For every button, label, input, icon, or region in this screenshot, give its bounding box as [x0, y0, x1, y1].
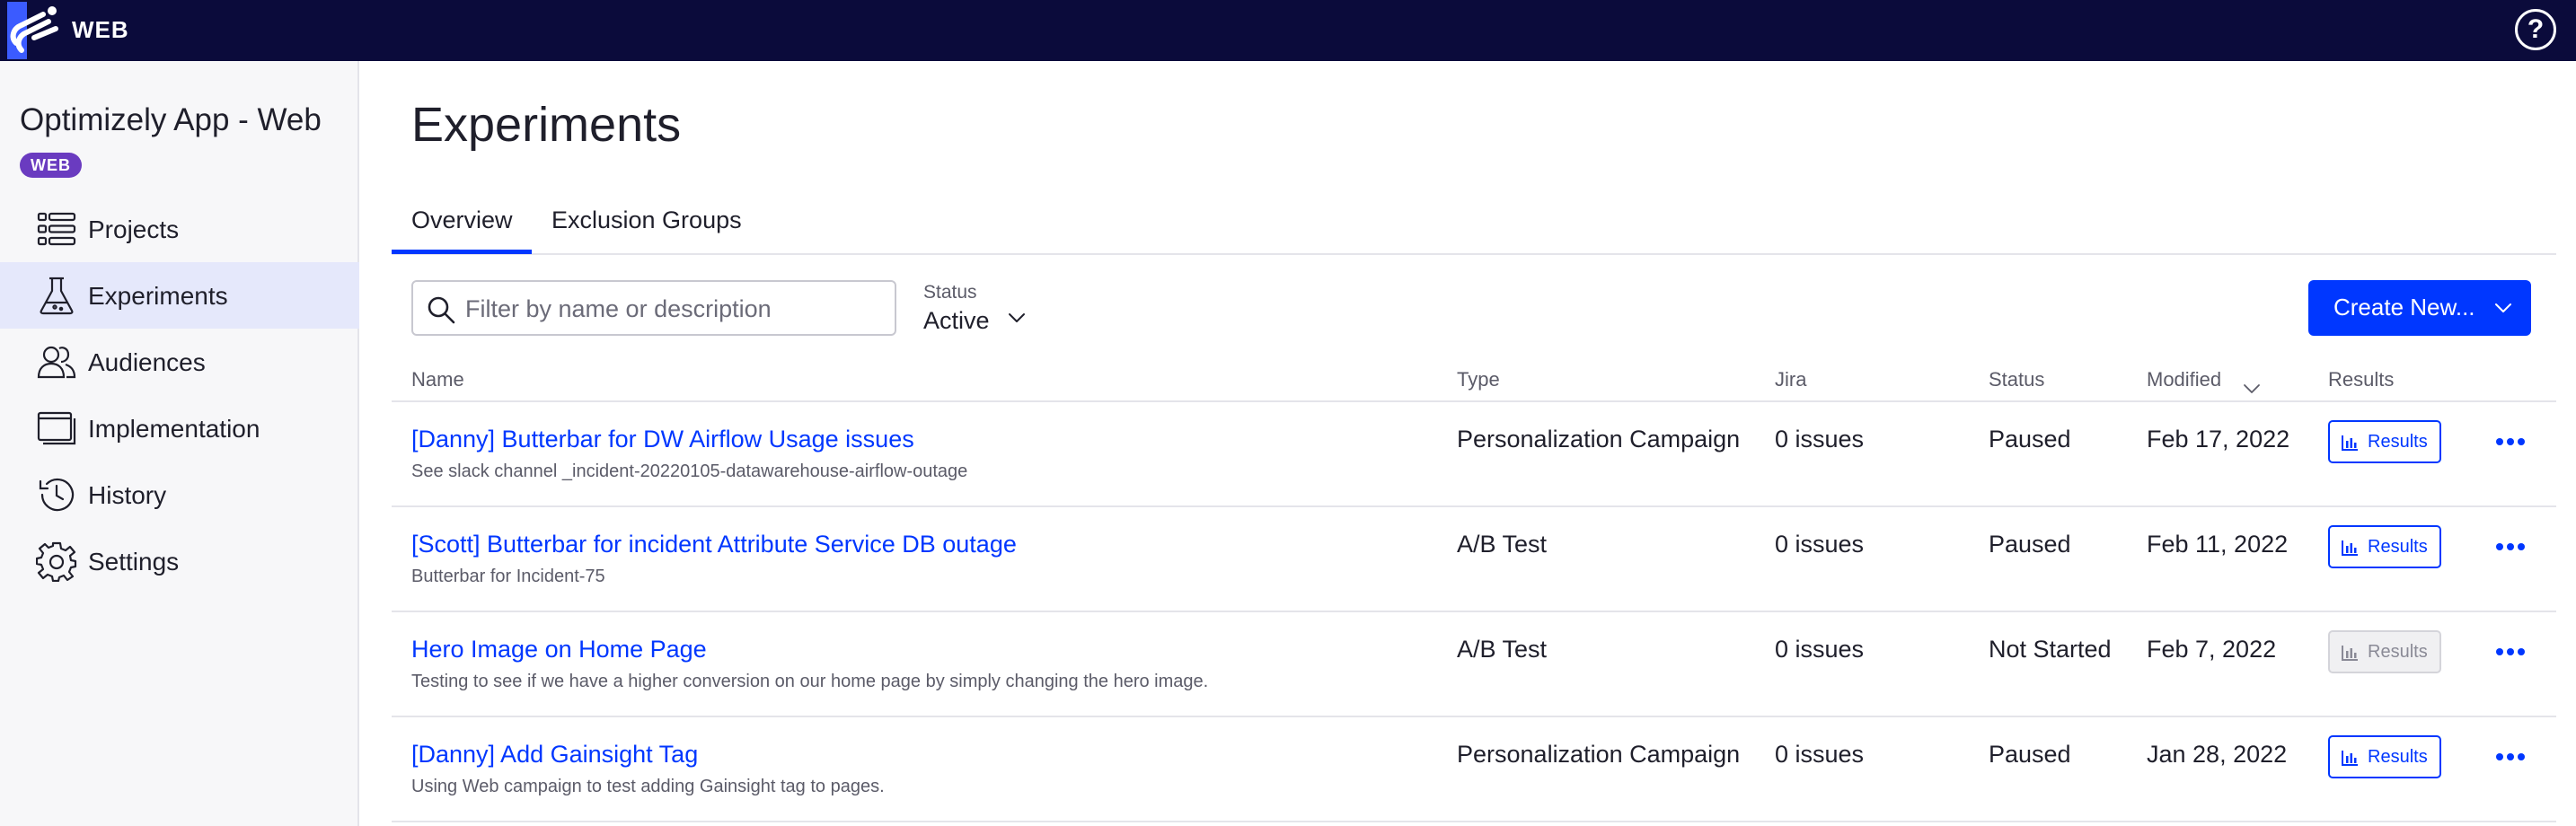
- status-filter-label: Status: [923, 282, 977, 303]
- more-options-icon[interactable]: [2493, 429, 2527, 454]
- chevron-down-icon: [2495, 303, 2511, 312]
- selected-tab-indicator: [392, 250, 532, 254]
- project-name[interactable]: Optimizely App - Web: [20, 102, 322, 138]
- experiment-type: Personalization Campaign: [1457, 741, 1741, 768]
- modified-date: Feb 7, 2022: [2147, 636, 2277, 663]
- modified-date: Jan 28, 2022: [2147, 741, 2288, 768]
- search-icon: [428, 296, 455, 324]
- results-label: Results: [2368, 642, 2428, 662]
- top-bar: WEB ?: [0, 0, 2576, 61]
- create-new-label: Create New...: [2333, 294, 2475, 321]
- jira-issues[interactable]: 0 issues: [1775, 741, 1864, 769]
- tab-bar: Overview Exclusion Groups: [392, 190, 2556, 255]
- experiment-description: Butterbar for Incident-75: [411, 567, 605, 586]
- bar-chart-icon: [2342, 646, 2358, 661]
- gear-icon: [36, 541, 77, 582]
- experiment-name-link[interactable]: Hero Image on Home Page: [411, 636, 707, 663]
- experiment-name-link[interactable]: [Danny] Butterbar for DW Airflow Usage i…: [411, 426, 914, 453]
- results-button[interactable]: Results: [2328, 735, 2441, 778]
- more-options-icon[interactable]: [2493, 639, 2527, 664]
- results-label: Results: [2368, 747, 2428, 767]
- table-row: [Danny] Butterbar for DW Airflow Usage i…: [392, 402, 2556, 507]
- create-new-button[interactable]: Create New...: [2308, 280, 2531, 336]
- column-header-modified[interactable]: Modified: [2147, 368, 2221, 391]
- help-icon[interactable]: ?: [2515, 9, 2556, 50]
- jira-issues[interactable]: 0 issues: [1775, 426, 1864, 453]
- search-input[interactable]: [465, 289, 878, 329]
- sidebar-item-label: Implementation: [88, 415, 260, 443]
- modified-date: Feb 17, 2022: [2147, 426, 2290, 453]
- app-type-label: WEB: [72, 16, 129, 43]
- experiment-name-link[interactable]: [Scott] Butterbar for incident Attribute…: [411, 531, 1017, 558]
- table-row: Hero Image on Home Page Testing to see i…: [392, 612, 2556, 717]
- table-row: [Scott] Butterbar for incident Attribute…: [392, 507, 2556, 612]
- sidebar-item-label: History: [88, 481, 167, 509]
- experiment-status: Paused: [1989, 426, 2071, 453]
- column-header-type[interactable]: Type: [1457, 368, 1500, 391]
- bar-chart-icon: [2342, 540, 2358, 556]
- project-type-badge: WEB: [20, 153, 82, 178]
- page-title: Experiments: [411, 98, 682, 152]
- experiment-description: Testing to see if we have a higher conve…: [411, 672, 1209, 691]
- chevron-down-icon: [1009, 313, 1025, 322]
- experiment-type: A/B Test: [1457, 636, 1548, 663]
- sidebar: Optimizely App - Web WEB Projects Experi…: [0, 61, 359, 826]
- experiment-type: Personalization Campaign: [1457, 426, 1741, 453]
- results-button-disabled: Results: [2328, 630, 2441, 673]
- optimizely-logo-icon[interactable]: [7, 2, 65, 59]
- status-filter-value: Active: [923, 307, 990, 334]
- window-stack-icon: [37, 411, 76, 445]
- modified-date: Feb 11, 2022: [2147, 531, 2289, 558]
- list-icon: [37, 212, 76, 246]
- more-options-icon[interactable]: [2493, 534, 2527, 559]
- sidebar-item-settings[interactable]: Settings: [0, 528, 359, 594]
- sidebar-item-experiments[interactable]: Experiments: [0, 262, 359, 329]
- jira-issues[interactable]: 0 issues: [1775, 531, 1864, 558]
- sidebar-item-label: Projects: [88, 215, 180, 243]
- column-header-jira[interactable]: Jira: [1775, 368, 1806, 391]
- jira-issues[interactable]: 0 issues: [1775, 636, 1864, 663]
- search-box[interactable]: [411, 280, 896, 336]
- results-label: Results: [2368, 537, 2428, 557]
- sidebar-item-label: Experiments: [88, 282, 228, 310]
- sidebar-item-projects[interactable]: Projects: [0, 196, 359, 262]
- tab-overview[interactable]: Overview: [411, 206, 513, 234]
- table-header: Name Type Jira Status Modified Results: [392, 359, 2556, 402]
- sidebar-item-implementation[interactable]: Implementation: [0, 395, 359, 461]
- column-header-results: Results: [2328, 368, 2395, 391]
- history-icon: [39, 478, 75, 512]
- sidebar-item-label: Settings: [88, 548, 180, 576]
- experiment-name-link[interactable]: [Danny] Add Gainsight Tag: [411, 741, 698, 769]
- sidebar-item-label: Audiences: [88, 348, 206, 376]
- results-button[interactable]: Results: [2328, 420, 2441, 463]
- sort-descending-icon[interactable]: [2242, 379, 2262, 399]
- flask-icon: [40, 277, 74, 315]
- experiment-description: See slack channel _incident-20220105-dat…: [411, 461, 968, 481]
- status-filter-dropdown[interactable]: Status Active: [922, 280, 1038, 339]
- experiment-status: Paused: [1989, 741, 2071, 768]
- sidebar-item-audiences[interactable]: Audiences: [0, 329, 359, 395]
- experiment-type: A/B Test: [1457, 531, 1548, 558]
- experiment-status: Paused: [1989, 531, 2071, 558]
- bar-chart-icon: [2342, 435, 2358, 451]
- column-header-status[interactable]: Status: [1989, 368, 2044, 391]
- tab-exclusion-groups[interactable]: Exclusion Groups: [551, 206, 742, 234]
- bar-chart-icon: [2342, 751, 2358, 766]
- table-row: [Danny] Add Gainsight Tag Using Web camp…: [392, 717, 2556, 822]
- sidebar-item-history[interactable]: History: [0, 461, 359, 528]
- column-header-name[interactable]: Name: [411, 368, 464, 391]
- people-icon: [37, 346, 76, 379]
- experiment-description: Using Web campaign to test adding Gainsi…: [411, 777, 885, 796]
- more-options-icon[interactable]: [2493, 744, 2527, 769]
- results-label: Results: [2368, 432, 2428, 452]
- experiment-status: Not Started: [1989, 636, 2112, 663]
- results-button[interactable]: Results: [2328, 525, 2441, 568]
